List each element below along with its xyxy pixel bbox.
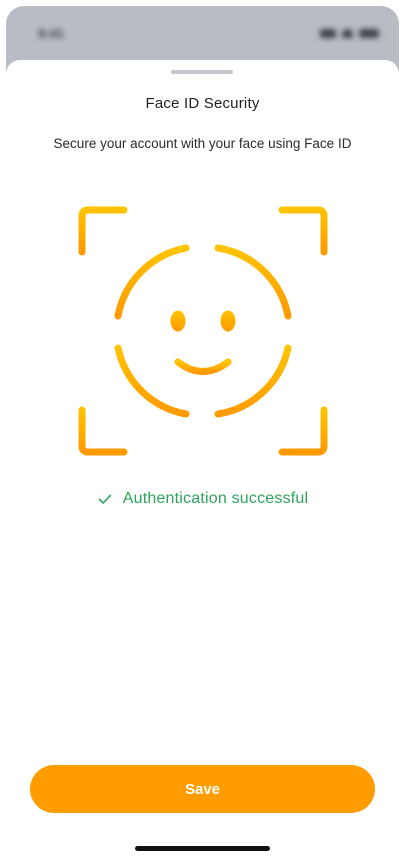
face-id-icon (78, 206, 328, 456)
sheet-subtitle: Secure your account with your face using… (53, 136, 352, 151)
battery-icon (359, 29, 379, 38)
sheet-grabber[interactable] (171, 70, 233, 74)
status-bar: 9:41 (0, 0, 405, 60)
frame-corner-bottom-right (278, 406, 328, 456)
face-arc-bottom-right (214, 344, 292, 418)
signal-icon (320, 29, 336, 38)
face-arc-top-right (214, 244, 292, 320)
frame-corner-top-right (278, 206, 328, 256)
home-indicator (135, 846, 270, 851)
status-time: 9:41 (38, 26, 65, 41)
status-icons (320, 29, 379, 38)
screen: 9:41 Face ID Security Secure your accoun… (0, 0, 405, 864)
checkmark-icon (98, 494, 112, 504)
frame-corner-top-left (78, 206, 128, 256)
auth-status: Authentication successful (6, 490, 399, 508)
face-arc-top-left (114, 244, 190, 320)
face-eye-right (220, 310, 236, 332)
auth-status-text: Authentication successful (122, 490, 309, 507)
frame-corner-bottom-left (78, 406, 128, 456)
face-id-sheet: Face ID Security Secure your account wit… (6, 60, 399, 864)
save-button[interactable]: Save (30, 765, 375, 813)
face-eye-left (170, 310, 186, 332)
face-smile (174, 358, 232, 375)
face-arc-bottom-left (114, 344, 190, 418)
wifi-icon (342, 29, 353, 38)
sheet-title: Face ID Security (145, 95, 260, 112)
